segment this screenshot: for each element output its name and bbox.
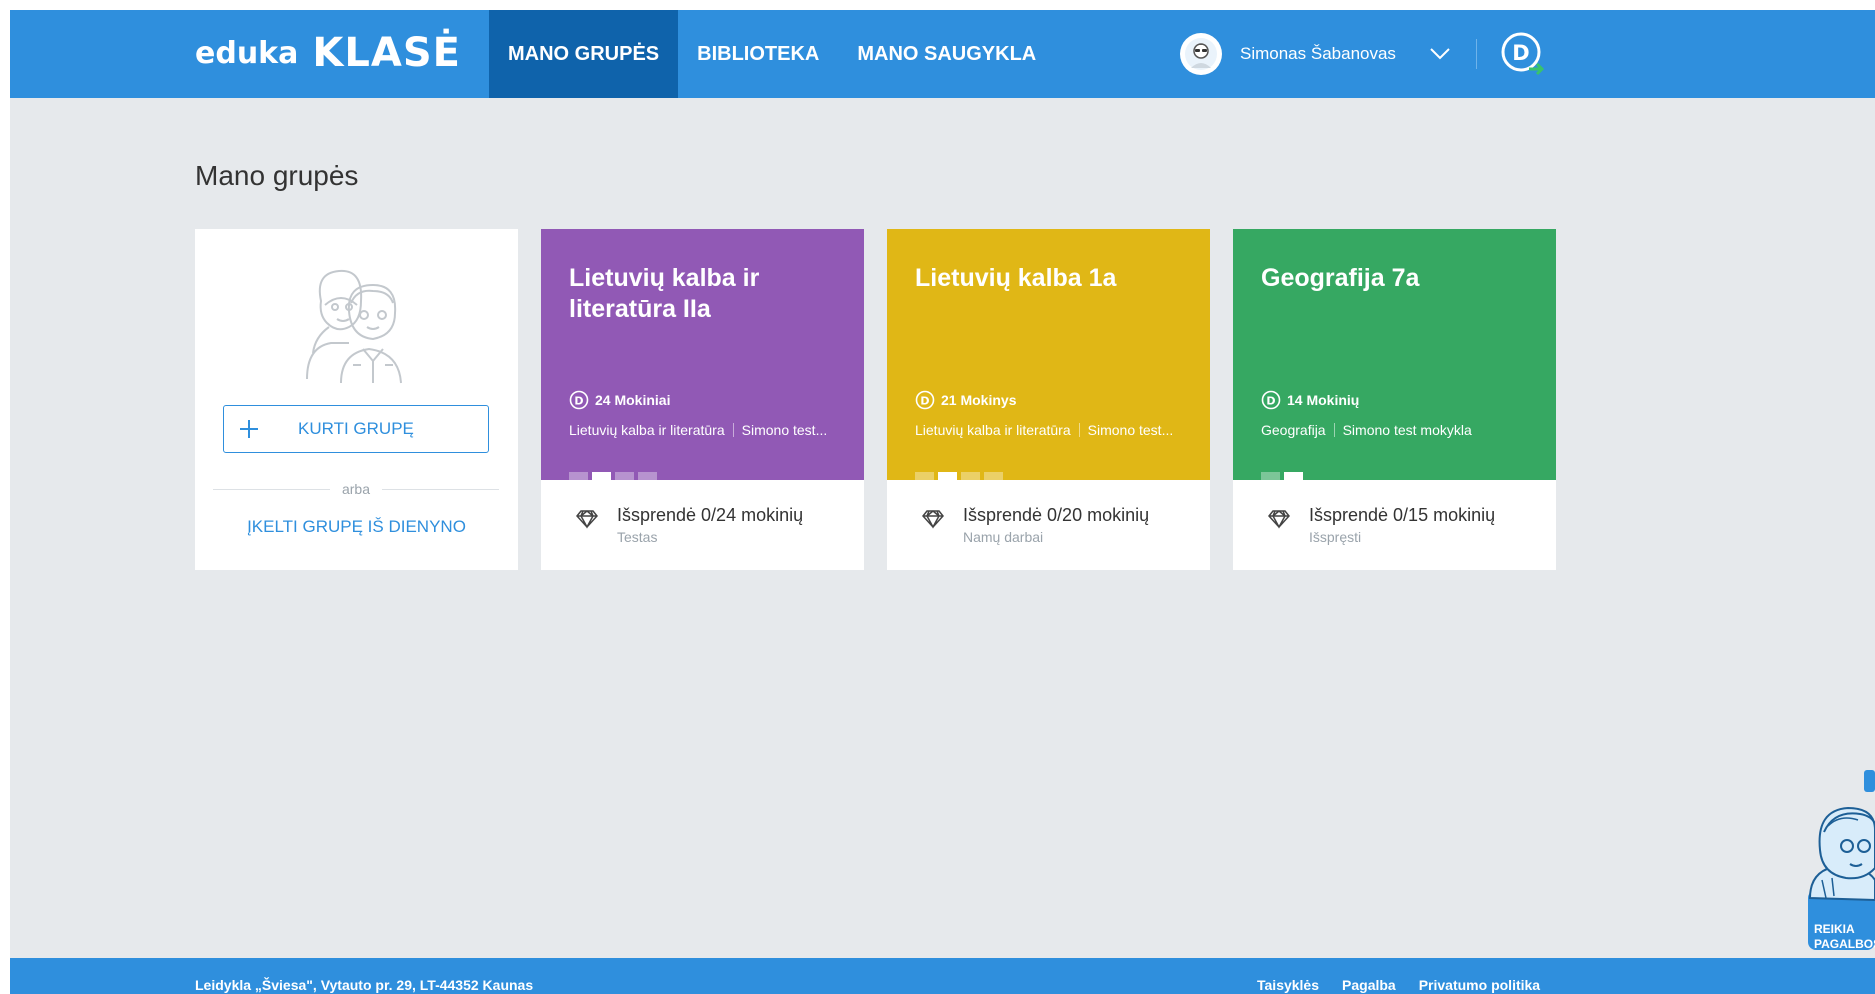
diamond-icon — [1267, 509, 1291, 534]
create-group-label: KURTI GRUPĘ — [298, 419, 414, 438]
student-count: D 21 Mokinys — [915, 390, 1016, 410]
user-menu[interactable]: Simonas Šabanovas D — [1180, 32, 1545, 76]
svg-text:D: D — [574, 395, 583, 408]
group-title[interactable]: Geografija 7a — [1261, 263, 1531, 294]
group-task-row[interactable]: Išsprendė 0/24 mokinių Testas — [541, 480, 864, 570]
task-type: Testas — [617, 529, 658, 545]
nav-library[interactable]: BIBLIOTEKA — [678, 10, 838, 98]
task-type: Namų darbai — [963, 529, 1044, 545]
svg-text:D: D — [920, 395, 929, 408]
create-group-card: KURTI GRUPĘ arba ĮKELTI GRUPĘ IŠ DIENYNO — [195, 229, 518, 570]
solved-status: Išsprendė 0/15 mokinių — [1309, 505, 1496, 525]
publisher-address: Leidykla „Šviesa", Vytauto pr. 29, LT-44… — [195, 977, 534, 993]
teacher-avatar-icon — [1185, 38, 1217, 70]
eduka-klase-logo[interactable]: eduka KLASĖ — [195, 28, 461, 78]
group-card-header[interactable]: Geografija 7a D 14 Mokinių Geografija Si… — [1233, 229, 1556, 480]
chevron-down-icon[interactable] — [1430, 48, 1450, 60]
task-type: Išspręsti — [1309, 529, 1362, 545]
solved-status: Išsprendė 0/20 mokinių — [963, 505, 1150, 525]
user-name[interactable]: Simonas Šabanovas — [1240, 44, 1396, 64]
dienynas-icon: D — [915, 390, 935, 410]
logo-part2: KLASĖ — [312, 30, 461, 76]
footer-link-rules[interactable]: Taisyklės — [1257, 977, 1319, 993]
group-card-header[interactable]: Lietuvių kalba ir literatūra IIa D 24 Mo… — [541, 229, 864, 480]
avatar[interactable] — [1180, 33, 1222, 75]
group-meta: Lietuvių kalba ir literatūra Simono test… — [569, 422, 827, 438]
dienynas-icon: D — [569, 390, 589, 410]
group-subject: Lietuvių kalba ir literatūra — [569, 422, 725, 438]
group-subject: Geografija — [1261, 422, 1326, 438]
group-subject: Lietuvių kalba ir literatūra — [915, 422, 1071, 438]
card-pagination — [915, 472, 1007, 480]
group-title[interactable]: Lietuvių kalba ir literatūra IIa — [569, 263, 839, 325]
dienynas-icon: D — [1261, 390, 1281, 410]
students-illustration-icon — [297, 261, 417, 390]
student-count: D 24 Mokiniai — [569, 390, 670, 410]
diamond-icon — [575, 509, 599, 534]
student-count: D 14 Mokinių — [1261, 390, 1359, 410]
svg-text:D: D — [1266, 395, 1275, 408]
group-card[interactable]: Lietuvių kalba ir literatūra IIa D 24 Mo… — [541, 229, 864, 570]
group-task-row[interactable]: Išsprendė 0/20 mokinių Namų darbai — [887, 480, 1210, 570]
group-meta: Geografija Simono test mokykla — [1261, 422, 1472, 438]
or-text: arba — [341, 481, 371, 497]
footer-link-help[interactable]: Pagalba — [1342, 977, 1396, 993]
help-label[interactable]: REIKIA PAGALBOS — [1814, 922, 1875, 952]
group-school: Simono test mokykla — [1342, 422, 1472, 438]
page-title: Mano grupės — [195, 160, 359, 191]
header-divider — [1475, 39, 1477, 69]
card-pagination — [1261, 472, 1307, 480]
nav-my-storage[interactable]: MANO SAUGYKLA — [838, 10, 1055, 98]
top-header: eduka KLASĖ MANO GRUPĖS BIBLIOTEKA MANO … — [10, 10, 1875, 98]
group-card-header[interactable]: Lietuvių kalba 1a D 21 Mokinys Lietuvių … — [887, 229, 1210, 480]
diamond-icon — [921, 509, 945, 534]
main-nav: MANO GRUPĖS BIBLIOTEKA MANO SAUGYKLA — [489, 10, 1055, 98]
card-pagination — [569, 472, 661, 480]
group-task-row[interactable]: Išsprendė 0/15 mokinių Išspręsti — [1233, 480, 1556, 570]
dienynas-login-icon[interactable]: D — [1499, 31, 1545, 77]
plus-icon — [240, 420, 258, 438]
import-from-dienynas-link[interactable]: ĮKELTI GRUPĘ IŠ DIENYNO — [195, 517, 518, 537]
nav-my-groups[interactable]: MANO GRUPĖS — [489, 10, 679, 98]
group-card[interactable]: Geografija 7a D 14 Mokinių Geografija Si… — [1233, 229, 1556, 570]
footer-link-privacy[interactable]: Privatumo politika — [1419, 977, 1540, 993]
group-school: Simono test... — [1087, 422, 1174, 438]
logo-part1: eduka — [195, 35, 299, 71]
solved-status: Išsprendė 0/24 mokinių — [617, 505, 804, 525]
group-title[interactable]: Lietuvių kalba 1a — [915, 263, 1185, 294]
footer: Leidykla „Šviesa", Vytauto pr. 29, LT-44… — [10, 958, 1875, 994]
group-card[interactable]: Lietuvių kalba 1a D 21 Mokinys Lietuvių … — [887, 229, 1210, 570]
create-group-button[interactable]: KURTI GRUPĘ — [223, 405, 489, 453]
footer-links: Taisyklės Pagalba Privatumo politika — [1257, 977, 1563, 993]
group-school: Simono test... — [741, 422, 828, 438]
app-frame: eduka KLASĖ MANO GRUPĖS BIBLIOTEKA MANO … — [10, 10, 1875, 994]
group-meta: Lietuvių kalba ir literatūra Simono test… — [915, 422, 1173, 438]
svg-text:D: D — [1512, 41, 1529, 65]
or-divider: arba — [213, 481, 499, 497]
